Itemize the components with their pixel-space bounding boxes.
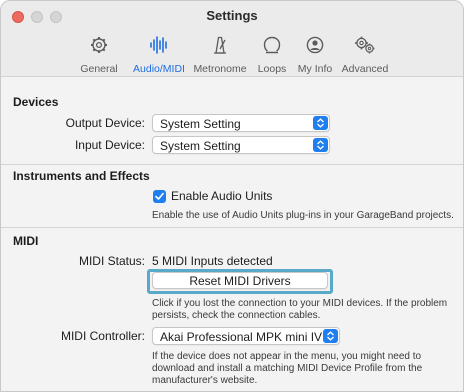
input-device-value: System Setting bbox=[160, 139, 241, 153]
tab-audio-midi[interactable]: Audio/MIDI bbox=[129, 30, 189, 75]
loops-icon bbox=[255, 36, 289, 62]
gears-icon bbox=[339, 36, 391, 62]
input-device-label: Input Device: bbox=[74, 138, 145, 152]
tab-label: Audio/MIDI bbox=[133, 63, 185, 75]
chevron-updown-icon bbox=[313, 138, 328, 152]
window-title: Settings bbox=[206, 8, 258, 23]
tab-label: Metronome bbox=[193, 63, 247, 75]
midi-controller-value: Akai Professional MPK mini IV bbox=[160, 330, 323, 344]
settings-window: Settings General Audio/MIDI Metronome Lo… bbox=[0, 0, 464, 392]
midi-controller-label: MIDI Controller: bbox=[60, 329, 145, 343]
person-icon bbox=[295, 36, 335, 62]
tab-label: General bbox=[80, 63, 118, 75]
tab-advanced[interactable]: Advanced bbox=[339, 31, 391, 75]
input-device-popup[interactable]: System Setting bbox=[152, 136, 330, 154]
section-divider bbox=[1, 164, 463, 165]
tab-label: My Info bbox=[297, 63, 333, 75]
tab-label: Loops bbox=[257, 63, 287, 75]
gear-icon bbox=[73, 36, 125, 62]
output-device-popup[interactable]: System Setting bbox=[152, 114, 330, 132]
tab-label: Advanced bbox=[341, 63, 389, 75]
tab-metronome[interactable]: Metronome bbox=[191, 31, 249, 75]
settings-tabs: General Audio/MIDI Metronome Loops My In… bbox=[71, 30, 463, 75]
title-bar: Settings General Audio/MIDI Metronome Lo… bbox=[1, 1, 463, 77]
reset-midi-drivers-button[interactable]: Reset MIDI Drivers bbox=[152, 272, 328, 289]
section-title-devices: Devices bbox=[13, 95, 59, 109]
midi-status-value: 5 MIDI Inputs detected bbox=[152, 254, 273, 268]
midi-status-label: MIDI Status: bbox=[78, 254, 145, 268]
settings-content: Devices Output Device: System Setting In… bbox=[1, 78, 463, 391]
midi-controller-popup[interactable]: Akai Professional MPK mini IV bbox=[152, 327, 340, 345]
chevron-updown-icon bbox=[323, 329, 338, 343]
audio-waveform-icon bbox=[131, 36, 187, 62]
reset-midi-help-text: Click if you lost the connection to your… bbox=[152, 298, 448, 321]
midi-controller-help-text: If the device does not appear in the men… bbox=[152, 351, 423, 386]
audio-units-help-text: Enable the use of Audio Units plug-ins i… bbox=[152, 210, 454, 221]
tab-general[interactable]: General bbox=[73, 31, 125, 75]
section-divider bbox=[1, 227, 463, 228]
tab-my-info[interactable]: My Info bbox=[295, 31, 335, 75]
section-title-instruments: Instruments and Effects bbox=[13, 169, 150, 183]
output-device-value: System Setting bbox=[160, 117, 241, 131]
enable-audio-units-label[interactable]: Enable Audio Units bbox=[171, 189, 272, 203]
section-title-midi: MIDI bbox=[13, 234, 39, 248]
chevron-updown-icon bbox=[313, 116, 328, 130]
output-device-label: Output Device: bbox=[65, 116, 145, 130]
metronome-icon bbox=[191, 36, 249, 62]
enable-audio-units-checkbox[interactable] bbox=[153, 190, 166, 203]
tab-loops[interactable]: Loops bbox=[255, 31, 289, 75]
